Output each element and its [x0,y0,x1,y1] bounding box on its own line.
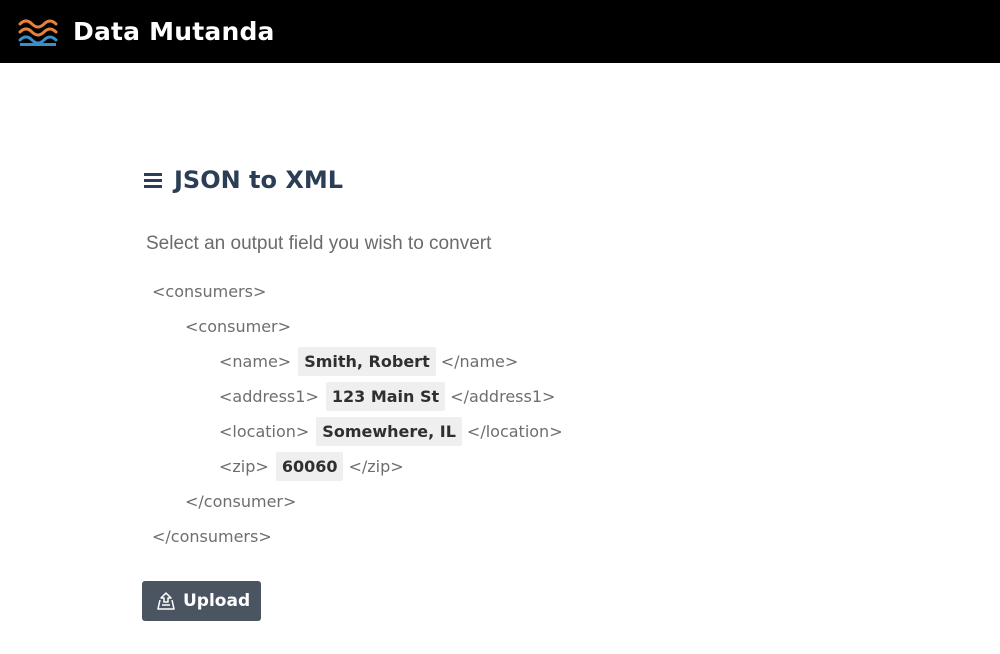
main-content: JSON to XML Select an output field you w… [144,160,844,554]
tag-address1-close: </address1> [450,387,556,406]
xml-field-address1: <address1> 123 Main St </address1> [144,379,844,414]
field-value-zip[interactable]: 60060 [275,452,344,481]
page-title: JSON to XML [174,166,344,194]
upload-button-label: Upload [183,591,251,611]
tag-zip-close: </zip> [348,457,404,476]
instructions-text: Select an output field you wish to conve… [146,233,492,254]
xml-consumers-close: </consumers> [144,519,844,554]
xml-field-zip: <zip> 60060 </zip> [144,449,844,484]
field-value-location[interactable]: Somewhere, IL [316,417,462,446]
xml-tree: <consumers> <consumer> <name> Smith, Rob… [144,274,844,554]
tag-location-close: </location> [466,422,563,441]
xml-field-name: <name> Smith, Robert </name> [144,344,844,379]
xml-field-location: <location> Somewhere, IL </location> [144,414,844,449]
xml-consumer-open: <consumer> [144,309,844,344]
tag-name-open: <name> [219,352,292,371]
field-value-address1[interactable]: 123 Main St [325,382,446,411]
xml-consumer-close: </consumer> [144,484,844,519]
tag-consumers-close: </consumers> [152,527,272,546]
app-header: Data Mutanda [0,0,1000,63]
field-value-name[interactable]: Smith, Robert [298,347,436,376]
tag-name-close: </name> [440,352,519,371]
menu-lines-icon [144,171,164,189]
tag-consumer-open: <consumer> [185,317,292,336]
page-heading: JSON to XML [144,160,844,200]
tag-zip-open: <zip> [219,457,269,476]
tag-consumers-open: <consumers> [152,282,267,301]
tag-consumer-close: </consumer> [185,492,297,511]
waves-logo-icon[interactable] [18,16,58,48]
upload-button[interactable]: Upload [142,581,261,621]
app-title[interactable]: Data Mutanda [73,17,275,46]
tag-address1-open: <address1> [219,387,319,406]
upload-icon [156,591,176,611]
xml-consumers-open: <consumers> [144,274,844,309]
tag-location-open: <location> [219,422,310,441]
